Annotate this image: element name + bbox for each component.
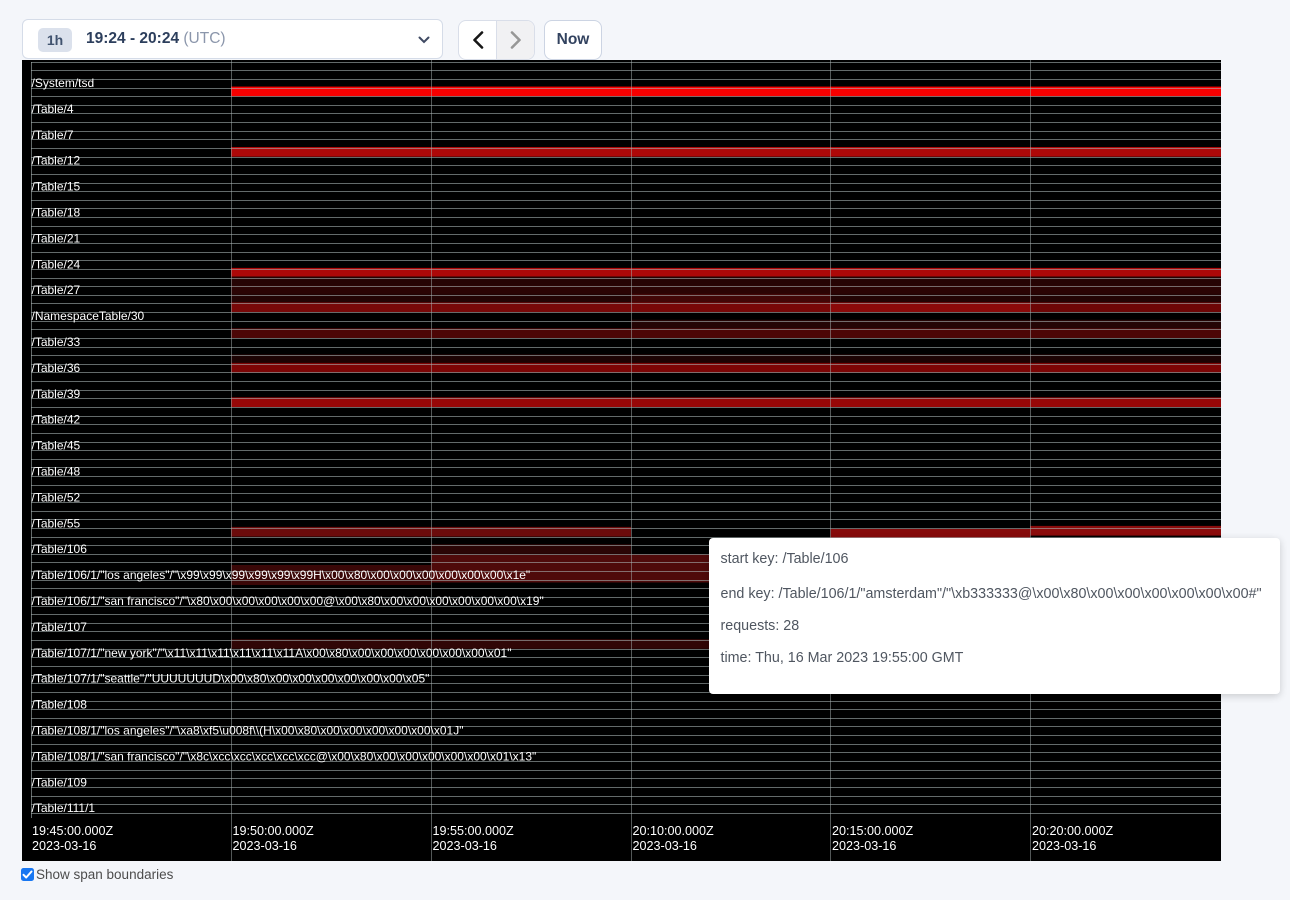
svg-text:20:20:00.000Z: 20:20:00.000Z — [1032, 824, 1114, 838]
svg-text:19:55:00.000Z: 19:55:00.000Z — [433, 824, 515, 838]
svg-text:/Table/111/1: /Table/111/1 — [32, 801, 96, 815]
svg-text:2023-03-16: 2023-03-16 — [633, 839, 697, 853]
svg-text:/Table/7: /Table/7 — [32, 128, 74, 142]
svg-text:/Table/15: /Table/15 — [32, 180, 81, 194]
svg-text:/Table/106: /Table/106 — [32, 542, 88, 556]
svg-text:/Table/109: /Table/109 — [32, 775, 88, 789]
svg-text:/Table/18: /Table/18 — [32, 206, 81, 220]
svg-text:2023-03-16: 2023-03-16 — [32, 839, 96, 853]
svg-text:/Table/45: /Table/45 — [32, 439, 81, 453]
svg-text:/Table/108/1/"los angeles"/"\x: /Table/108/1/"los angeles"/"\xa8\xf5\u00… — [32, 724, 464, 738]
svg-text:2023-03-16: 2023-03-16 — [832, 839, 896, 853]
svg-text:/Table/4: /Table/4 — [32, 102, 74, 116]
svg-text:/Table/39: /Table/39 — [32, 387, 81, 401]
svg-text:/Table/33: /Table/33 — [32, 335, 81, 349]
svg-text:/Table/36: /Table/36 — [32, 361, 81, 375]
svg-text:/Table/106/1/"los angeles"/"\x: /Table/106/1/"los angeles"/"\x99\x99\x99… — [32, 568, 531, 582]
svg-text:/Table/107/1/"new york"/"\x11\: /Table/107/1/"new york"/"\x11\x11\x11\x1… — [32, 646, 512, 660]
svg-text:2023-03-16: 2023-03-16 — [433, 839, 497, 853]
svg-text:/Table/55: /Table/55 — [32, 516, 81, 530]
svg-text:2023-03-16: 2023-03-16 — [233, 839, 297, 853]
svg-text:/Table/108: /Table/108 — [32, 698, 88, 712]
svg-text:/Table/106/1/"san francisco"/": /Table/106/1/"san francisco"/"\x80\x00\x… — [32, 594, 544, 608]
svg-text:/Table/21: /Table/21 — [32, 231, 81, 245]
svg-text:/Table/107: /Table/107 — [32, 620, 88, 634]
svg-text:/Table/52: /Table/52 — [32, 490, 81, 504]
svg-text:/NamespaceTable/30: /NamespaceTable/30 — [32, 309, 145, 323]
svg-text:20:10:00.000Z: 20:10:00.000Z — [633, 824, 715, 838]
svg-text:19:45:00.000Z: 19:45:00.000Z — [32, 824, 114, 838]
svg-text:19:50:00.000Z: 19:50:00.000Z — [233, 824, 315, 838]
svg-text:/Table/107/1/"seattle"/"UUUUUU: /Table/107/1/"seattle"/"UUUUUUUD\x00\x80… — [32, 672, 430, 686]
svg-text:/Table/48: /Table/48 — [32, 465, 81, 479]
svg-text:20:15:00.000Z: 20:15:00.000Z — [832, 824, 914, 838]
svg-text:/Table/24: /Table/24 — [32, 257, 81, 271]
svg-text:/System/tsd: /System/tsd — [32, 76, 95, 90]
svg-text:/Table/27: /Table/27 — [32, 283, 81, 297]
svg-text:/Table/108/1/"san francisco"/": /Table/108/1/"san francisco"/"\x8c\xcc\x… — [32, 749, 537, 763]
svg-text:/Table/12: /Table/12 — [32, 154, 81, 168]
svg-text:2023-03-16: 2023-03-16 — [1032, 839, 1096, 853]
svg-text:/Table/42: /Table/42 — [32, 413, 81, 427]
